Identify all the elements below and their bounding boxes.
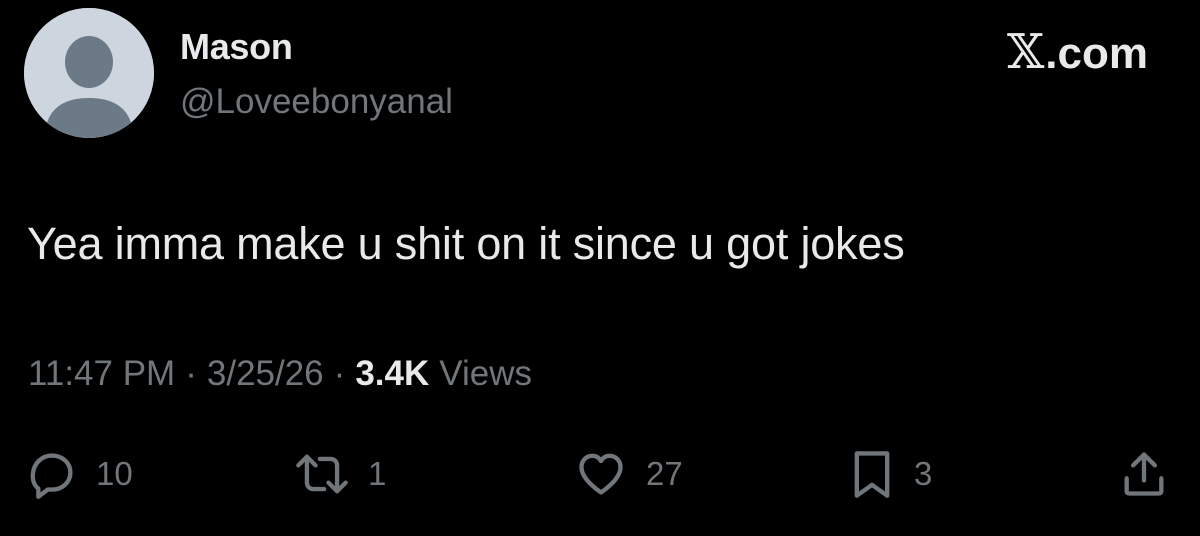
reply-button[interactable]: 10 [26, 446, 133, 502]
share-button[interactable] [1118, 446, 1170, 502]
bookmark-icon [854, 451, 890, 498]
tweet-date[interactable]: 3/25/26 [207, 354, 324, 394]
reply-count: 10 [96, 455, 133, 492]
like-count: 27 [646, 455, 683, 492]
default-avatar-icon [24, 8, 154, 138]
action-bar: 10 1 27 3 [0, 446, 1200, 502]
like-button[interactable]: 27 [574, 446, 683, 502]
views-count: 3.4K [355, 354, 430, 393]
tweet-meta: 11:47 PM · 3/25/26 · 3.4K Views [28, 354, 532, 394]
avatar[interactable] [24, 8, 154, 138]
retweet-button[interactable]: 1 [294, 446, 386, 502]
heart-icon [579, 453, 623, 495]
reply-icon [30, 453, 73, 499]
meta-separator: · [333, 354, 346, 393]
meta-separator: · [185, 354, 197, 393]
tweet-time[interactable]: 11:47 PM [28, 354, 175, 394]
bookmark-count: 3 [914, 455, 933, 492]
x-logo-icon: 𝕏 [1007, 24, 1045, 80]
brand-suffix: .com [1045, 29, 1148, 78]
user-handle[interactable]: @Loveebonyanal [180, 82, 453, 122]
bookmark-button[interactable]: 3 [848, 446, 932, 502]
display-name[interactable]: Mason [180, 26, 293, 68]
views-label: Views [439, 354, 532, 393]
tweet-text: Yea imma make u shit on it since u got j… [27, 218, 905, 269]
share-icon [1124, 452, 1164, 496]
brand-logo: 𝕏 .com [1007, 24, 1148, 80]
retweet-count: 1 [368, 455, 387, 492]
tweet-card: Mason @Loveebonyanal 𝕏 .com Yea imma mak… [0, 0, 1200, 536]
retweet-icon [296, 454, 348, 494]
